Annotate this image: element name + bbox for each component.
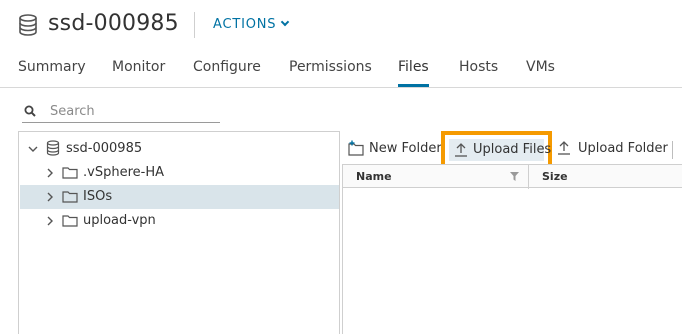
tree-item-isos[interactable]: ISOs	[20, 185, 339, 209]
tab-monitor[interactable]: Monitor	[112, 59, 165, 87]
upload-folder-label: Upload Folder	[578, 141, 668, 156]
folder-icon	[62, 215, 78, 227]
actions-label: ACTIONS	[213, 17, 277, 32]
search-input[interactable]	[50, 101, 218, 121]
tree-item-label: ssd-000985	[66, 141, 143, 156]
chevron-down-icon[interactable]	[28, 144, 38, 154]
tree-item-label: ISOs	[83, 189, 113, 204]
new-folder-button[interactable]: New Folder	[348, 137, 442, 163]
new-folder-label: New Folder	[369, 141, 442, 156]
search-box	[22, 101, 220, 123]
column-divider[interactable]	[528, 165, 529, 189]
folder-icon	[62, 191, 78, 203]
tab-vms[interactable]: VMs	[526, 59, 555, 87]
tab-configure[interactable]: Configure	[193, 59, 261, 87]
tree-item-root[interactable]: ssd-000985	[20, 137, 339, 161]
folder-icon	[62, 167, 78, 179]
actions-menu-button[interactable]: ACTIONS	[213, 17, 290, 32]
folder-tree: ssd-000985 .vSphere-HA ISOs upload-vpn	[18, 131, 340, 334]
new-folder-icon	[348, 140, 364, 156]
page-title: ssd-000985	[48, 11, 179, 36]
grid-border	[342, 164, 343, 334]
upload-icon	[558, 141, 570, 155]
file-browser-pane: New Folder Upload Files Upload Folder Na…	[342, 131, 682, 334]
column-header-size[interactable]: Size	[542, 170, 568, 183]
tab-summary[interactable]: Summary	[18, 59, 86, 87]
filter-icon[interactable]	[510, 172, 519, 181]
tree-item-upload-vpn[interactable]: upload-vpn	[20, 209, 339, 233]
object-header: ssd-000985 ACTIONS	[0, 0, 682, 52]
tab-bar: Summary Monitor Configure Permissions Fi…	[0, 52, 682, 88]
tab-permissions[interactable]: Permissions	[289, 59, 372, 87]
upload-files-button[interactable]: Upload Files	[441, 131, 552, 168]
upload-folder-button[interactable]: Upload Folder	[557, 137, 669, 163]
chevron-down-icon	[281, 17, 290, 27]
datastore-icon	[19, 14, 37, 36]
tree-item-label: upload-vpn	[83, 213, 156, 228]
chevron-right-icon[interactable]	[45, 216, 55, 226]
tree-item-label: .vSphere-HA	[83, 165, 164, 180]
tree-item-vsphere-ha[interactable]: .vSphere-HA	[20, 161, 339, 185]
chevron-right-icon[interactable]	[45, 192, 55, 202]
column-header-name[interactable]: Name	[356, 170, 392, 183]
search-icon	[24, 105, 36, 117]
toolbar-divider	[672, 141, 673, 159]
header-divider	[194, 12, 195, 38]
tab-hosts[interactable]: Hosts	[459, 59, 498, 87]
chevron-right-icon[interactable]	[45, 168, 55, 178]
upload-files-label: Upload Files	[473, 142, 552, 157]
file-grid-header: Name Size	[342, 164, 682, 189]
upload-icon	[455, 143, 467, 157]
datastore-icon	[46, 140, 60, 156]
tab-files[interactable]: Files	[398, 59, 429, 87]
